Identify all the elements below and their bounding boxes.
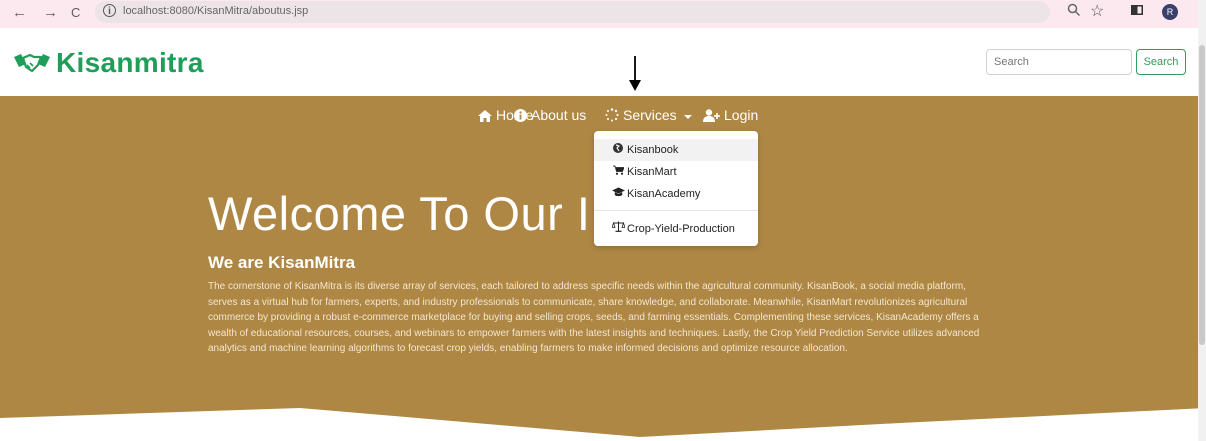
balance-scale-icon <box>610 218 626 240</box>
address-bar[interactable]: i localhost:8080/KisanMitra/aboutus.jsp <box>95 1 1050 23</box>
nav-about-label: About us <box>531 107 587 123</box>
brand-name[interactable]: Kisanmitra <box>56 47 204 79</box>
annotation-arrow-icon <box>628 56 642 97</box>
home-icon <box>478 110 492 122</box>
nav-login[interactable]: Login <box>703 106 758 124</box>
shopping-cart-icon <box>611 161 625 183</box>
dropdown-item-label: Crop-Yield-Production <box>627 223 735 235</box>
dropdown-divider <box>594 210 758 211</box>
dropdown-item-label: KisanMart <box>627 166 677 178</box>
graduation-cap-icon <box>611 183 625 205</box>
info-icon <box>514 109 527 122</box>
caret-down-icon <box>683 115 692 119</box>
scrollbar-thumb[interactable] <box>1199 45 1205 345</box>
nav-about[interactable]: About us <box>514 106 586 124</box>
dropdown-item-crop-yield[interactable]: Crop-Yield-Production <box>594 218 758 240</box>
user-plus-icon <box>703 109 720 122</box>
side-panel-icon[interactable] <box>1130 3 1144 22</box>
dropdown-item-kisanbook[interactable]: Kisanbook <box>594 139 758 161</box>
bookmark-star-icon[interactable]: ☆ <box>1090 3 1104 21</box>
dropdown-item-label: KisanAcademy <box>627 188 701 200</box>
profile-avatar[interactable]: R <box>1162 4 1178 20</box>
spinner-icon <box>605 108 619 122</box>
search-input[interactable] <box>986 49 1132 75</box>
site-info-icon[interactable]: i <box>103 4 116 17</box>
globe-icon <box>611 139 625 161</box>
dropdown-item-kisanmart[interactable]: KisanMart <box>594 161 758 183</box>
hero-wave-divider <box>0 408 1206 441</box>
about-paragraph: The cornerstone of KisanMitra is its div… <box>208 281 980 354</box>
handshake-icon <box>12 51 52 80</box>
forward-arrow-icon[interactable]: → <box>43 4 58 22</box>
welcome-heading: Welcome To Our I <box>208 187 591 240</box>
back-arrow-icon[interactable]: ← <box>12 4 27 22</box>
search-button[interactable]: Search <box>1136 49 1186 75</box>
services-dropdown: Kisanbook KisanMart KisanAcademy Crop-Yi… <box>594 131 758 246</box>
browser-toolbar: ← → C i localhost:8080/KisanMitra/aboutu… <box>0 0 1206 28</box>
nav-services[interactable]: Services <box>605 106 694 124</box>
about-subtitle: We are KisanMitra <box>208 253 356 272</box>
url-text[interactable]: localhost:8080/KisanMitra/aboutus.jsp <box>123 5 308 17</box>
nav-login-label: Login <box>724 107 759 123</box>
dropdown-item-label: Kisanbook <box>627 144 679 156</box>
reload-icon[interactable]: C <box>71 4 80 22</box>
zoom-icon[interactable] <box>1067 3 1081 22</box>
dropdown-item-kisanacademy[interactable]: KisanAcademy <box>594 183 758 205</box>
page-scrollbar[interactable] <box>1198 0 1206 441</box>
nav-services-label: Services <box>623 107 677 123</box>
